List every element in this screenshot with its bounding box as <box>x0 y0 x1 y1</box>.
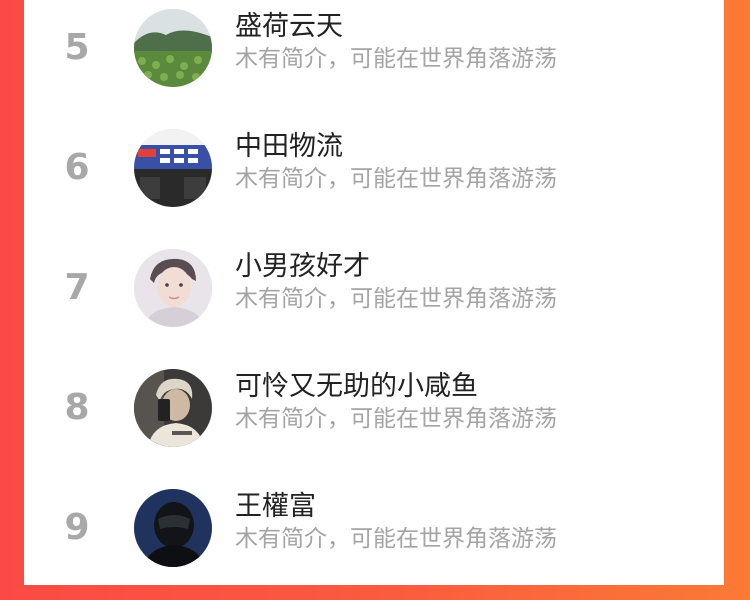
rank-number: 5 <box>64 27 90 68</box>
boy-portrait-icon <box>134 249 212 327</box>
avatar[interactable] <box>134 249 212 327</box>
avatar[interactable] <box>134 9 212 87</box>
user-bio: 木有简介，可能在世界角落游荡 <box>235 166 557 192</box>
user-name: 小男孩好才 <box>235 251 370 282</box>
mirror-selfie-icon <box>134 369 212 447</box>
user-bio: 木有简介，可能在世界角落游荡 <box>235 406 557 432</box>
ranking-row[interactable]: 8 可怜又无助的小咸鱼 木有简介，可能在世界角落游荡 <box>24 360 724 480</box>
rank-number: 6 <box>64 147 90 188</box>
user-name: 可怜又无助的小咸鱼 <box>235 371 478 402</box>
avatar[interactable] <box>134 129 212 207</box>
ranking-list-card: 5 盛荷云天 木有简介，可能在世界角落游荡 6 中田物流 木有简介，可能在世界角… <box>24 0 724 585</box>
helmet-rider-icon <box>134 489 212 567</box>
user-name: 王權富 <box>235 491 316 522</box>
rank-number: 9 <box>64 507 90 548</box>
rank-number: 8 <box>64 387 90 428</box>
ranking-row[interactable]: 6 中田物流 木有简介，可能在世界角落游荡 <box>24 120 724 240</box>
user-bio: 木有简介，可能在世界角落游荡 <box>235 286 557 312</box>
avatar[interactable] <box>134 489 212 567</box>
user-name: 中田物流 <box>235 131 343 162</box>
avatar[interactable] <box>134 369 212 447</box>
ranking-row[interactable]: 7 小男孩好才 木有简介，可能在世界角落游荡 <box>24 240 724 360</box>
storefront-sign-icon <box>134 129 212 207</box>
ranking-row[interactable]: 5 盛荷云天 木有简介，可能在世界角落游荡 <box>24 0 724 120</box>
ranking-row[interactable]: 9 王權富 木有简介，可能在世界角落游荡 <box>24 480 724 600</box>
user-bio: 木有简介，可能在世界角落游荡 <box>235 526 557 552</box>
rank-number: 7 <box>64 267 90 308</box>
user-bio: 木有简介，可能在世界角落游荡 <box>235 46 557 72</box>
lotus-pond-landscape-icon <box>134 9 212 87</box>
user-name: 盛荷云天 <box>235 11 343 42</box>
